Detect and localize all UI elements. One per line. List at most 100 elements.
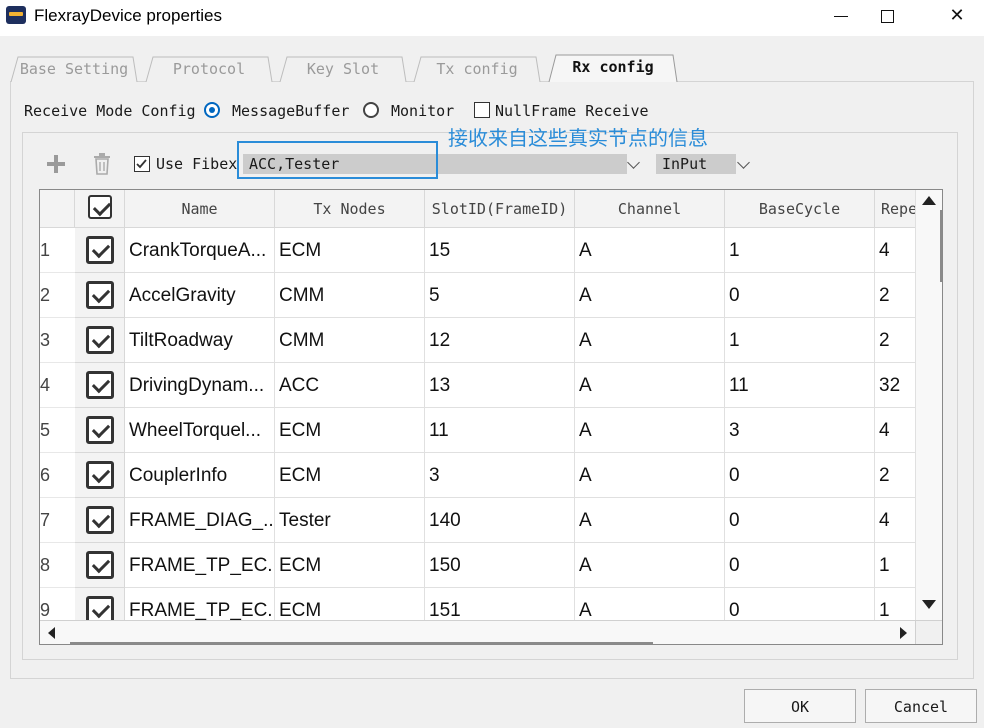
cell-name[interactable]: WheelTorquel... (125, 408, 275, 453)
column-header-channel[interactable]: Channel (575, 190, 725, 228)
cell-slot-id[interactable]: 15 (425, 228, 575, 273)
cell-repetition[interactable]: 4 (875, 408, 915, 453)
horizontal-scrollbar[interactable] (40, 620, 915, 644)
tab-rx-config[interactable]: Rx config (548, 54, 678, 82)
cell-tx-nodes[interactable]: ECM (275, 543, 425, 588)
row-enabled-checkbox[interactable] (86, 596, 114, 620)
cell-name[interactable]: CrankTorqueA... (125, 228, 275, 273)
cell-slot-id[interactable]: 3 (425, 453, 575, 498)
use-fibex-checkbox[interactable] (134, 156, 150, 172)
cell-base-cycle[interactable]: 0 (725, 273, 875, 318)
vertical-scrollbar[interactable] (915, 190, 942, 620)
cell-channel[interactable]: A (575, 363, 725, 408)
trash-icon[interactable] (92, 153, 112, 175)
row-enabled-checkbox[interactable] (86, 416, 114, 444)
table-row[interactable]: 4 DrivingDynam... ACC 13 A 11 32 (40, 363, 915, 408)
close-button[interactable]: ✕ (934, 0, 980, 34)
tab-tx-config[interactable]: Tx config (413, 56, 541, 82)
cell-repetition[interactable]: 32 (875, 363, 915, 408)
cell-channel[interactable]: A (575, 453, 725, 498)
cell-tx-nodes[interactable]: ECM (275, 408, 425, 453)
row-enabled-checkbox[interactable] (86, 551, 114, 579)
cell-name[interactable]: FRAME_DIAG_... (125, 498, 275, 543)
tab-key-slot[interactable]: Key Slot (279, 56, 407, 82)
cell-slot-id[interactable]: 140 (425, 498, 575, 543)
tab-base-setting[interactable]: Base Setting (10, 56, 138, 82)
cell-tx-nodes[interactable]: ECM (275, 453, 425, 498)
horizontal-scroll-thumb[interactable] (70, 642, 653, 644)
cell-base-cycle[interactable]: 0 (725, 588, 875, 620)
cell-base-cycle[interactable]: 1 (725, 318, 875, 363)
cell-channel[interactable]: A (575, 318, 725, 363)
table-row[interactable]: 6 CouplerInfo ECM 3 A 0 2 (40, 453, 915, 498)
nullframe-checkbox[interactable] (474, 102, 490, 118)
column-header-tx-nodes[interactable]: Tx Nodes (275, 190, 425, 228)
cancel-button[interactable]: Cancel (865, 689, 977, 723)
row-enabled-checkbox[interactable] (86, 371, 114, 399)
table-row[interactable]: 5 WheelTorquel... ECM 11 A 3 4 (40, 408, 915, 453)
cell-name[interactable]: AccelGravity (125, 273, 275, 318)
cell-repetition[interactable]: 4 (875, 228, 915, 273)
cell-channel[interactable]: A (575, 588, 725, 620)
column-header-repetition[interactable]: Repe (875, 190, 915, 228)
cell-slot-id[interactable]: 13 (425, 363, 575, 408)
select-all-checkbox[interactable] (88, 195, 112, 219)
vertical-scroll-thumb[interactable] (940, 210, 942, 282)
scroll-down-icon[interactable] (922, 600, 936, 609)
table-row[interactable]: 9 FRAME_TP_EC... ECM 151 A 0 1 (40, 588, 915, 620)
row-enabled-checkbox[interactable] (86, 461, 114, 489)
cell-repetition[interactable]: 1 (875, 543, 915, 588)
cell-name[interactable]: CouplerInfo (125, 453, 275, 498)
cell-tx-nodes[interactable]: ECM (275, 228, 425, 273)
cell-tx-nodes[interactable]: CMM (275, 273, 425, 318)
cell-tx-nodes[interactable]: ECM (275, 588, 425, 620)
cell-repetition[interactable]: 1 (875, 588, 915, 620)
cell-slot-id[interactable]: 151 (425, 588, 575, 620)
cell-name[interactable]: DrivingDynam... (125, 363, 275, 408)
select-all-header[interactable] (75, 190, 125, 228)
cell-repetition[interactable]: 2 (875, 453, 915, 498)
monitor-radio[interactable] (363, 102, 379, 118)
minimize-button[interactable] (818, 0, 864, 34)
row-enabled-checkbox[interactable] (86, 326, 114, 354)
column-header-slot-id[interactable]: SlotID(FrameID) (425, 190, 575, 228)
cell-base-cycle[interactable]: 0 (725, 543, 875, 588)
cell-channel[interactable]: A (575, 498, 725, 543)
table-row[interactable]: 2 AccelGravity CMM 5 A 0 2 (40, 273, 915, 318)
cell-name[interactable]: FRAME_TP_EC... (125, 588, 275, 620)
cell-tx-nodes[interactable]: Tester (275, 498, 425, 543)
cell-repetition[interactable]: 4 (875, 498, 915, 543)
scroll-left-icon[interactable] (48, 627, 55, 639)
cell-base-cycle[interactable]: 3 (725, 408, 875, 453)
table-row[interactable]: 8 FRAME_TP_EC... ECM 150 A 0 1 (40, 543, 915, 588)
row-enabled-checkbox[interactable] (86, 236, 114, 264)
cell-base-cycle[interactable]: 11 (725, 363, 875, 408)
cell-slot-id[interactable]: 5 (425, 273, 575, 318)
messagebuffer-radio[interactable] (204, 102, 220, 118)
cell-slot-id[interactable]: 12 (425, 318, 575, 363)
cell-channel[interactable]: A (575, 228, 725, 273)
ok-button[interactable]: OK (744, 689, 856, 723)
cell-channel[interactable]: A (575, 408, 725, 453)
cell-repetition[interactable]: 2 (875, 273, 915, 318)
column-header-name[interactable]: Name (125, 190, 275, 228)
maximize-button[interactable] (864, 0, 910, 34)
column-header-base-cycle[interactable]: BaseCycle (725, 190, 875, 228)
direction-select[interactable]: InPut (656, 154, 736, 174)
table-row[interactable]: 1 CrankTorqueA... ECM 15 A 1 4 (40, 228, 915, 273)
cell-name[interactable]: TiltRoadway (125, 318, 275, 363)
plus-icon[interactable] (46, 154, 66, 174)
cell-tx-nodes[interactable]: CMM (275, 318, 425, 363)
cell-name[interactable]: FRAME_TP_EC... (125, 543, 275, 588)
cell-base-cycle[interactable]: 0 (725, 453, 875, 498)
scroll-right-icon[interactable] (900, 627, 907, 639)
table-row[interactable]: 7 FRAME_DIAG_... Tester 140 A 0 4 (40, 498, 915, 543)
cell-channel[interactable]: A (575, 543, 725, 588)
tab-protocol[interactable]: Protocol (145, 56, 273, 82)
cell-repetition[interactable]: 2 (875, 318, 915, 363)
row-enabled-checkbox[interactable] (86, 506, 114, 534)
cell-base-cycle[interactable]: 1 (725, 228, 875, 273)
cell-slot-id[interactable]: 150 (425, 543, 575, 588)
cell-tx-nodes[interactable]: ACC (275, 363, 425, 408)
cell-channel[interactable]: A (575, 273, 725, 318)
